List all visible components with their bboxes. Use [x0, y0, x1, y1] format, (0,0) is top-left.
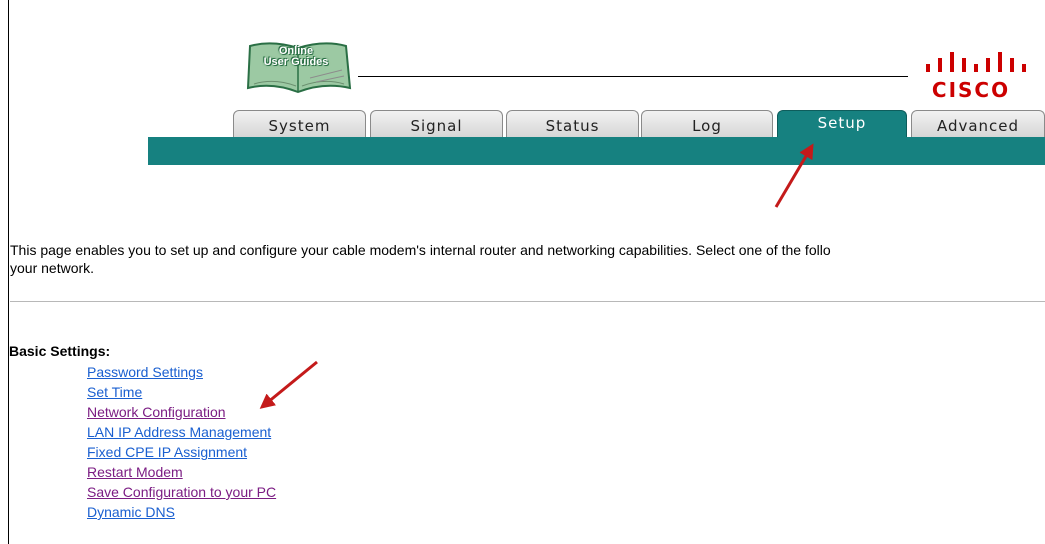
tab-status[interactable]: Status [506, 110, 639, 137]
left-frame-border [8, 0, 9, 544]
network-configuration-link[interactable]: Network Configuration [87, 402, 276, 422]
nav-bar [148, 137, 1045, 165]
set-time-link[interactable]: Set Time [87, 382, 276, 402]
basic-settings-link-list: Password Settings Set Time Network Confi… [87, 362, 276, 522]
tab-advanced[interactable]: Advanced [911, 110, 1045, 137]
tab-signal[interactable]: Signal [370, 110, 503, 137]
fixed-cpe-ip-assignment-link[interactable]: Fixed CPE IP Assignment [87, 442, 276, 462]
tab-setup[interactable]: Setup [777, 110, 907, 137]
section-divider [10, 301, 1045, 302]
page-description: This page enables you to set up and conf… [10, 242, 831, 276]
basic-settings-heading: Basic Settings: [9, 343, 111, 359]
dynamic-dns-link[interactable]: Dynamic DNS [87, 502, 276, 522]
tab-log[interactable]: Log [641, 110, 773, 137]
tab-system[interactable]: System [233, 110, 366, 137]
save-configuration-link[interactable]: Save Configuration to your PC [87, 482, 276, 502]
cisco-brand-text: CISCO [931, 78, 1011, 102]
header-divider [358, 76, 908, 77]
restart-modem-link[interactable]: Restart Modem [87, 462, 276, 482]
lan-ip-address-management-link[interactable]: LAN IP Address Management [87, 422, 276, 442]
online-user-guides-logo-text: Online User Guides [263, 45, 329, 68]
password-settings-link[interactable]: Password Settings [87, 362, 276, 382]
